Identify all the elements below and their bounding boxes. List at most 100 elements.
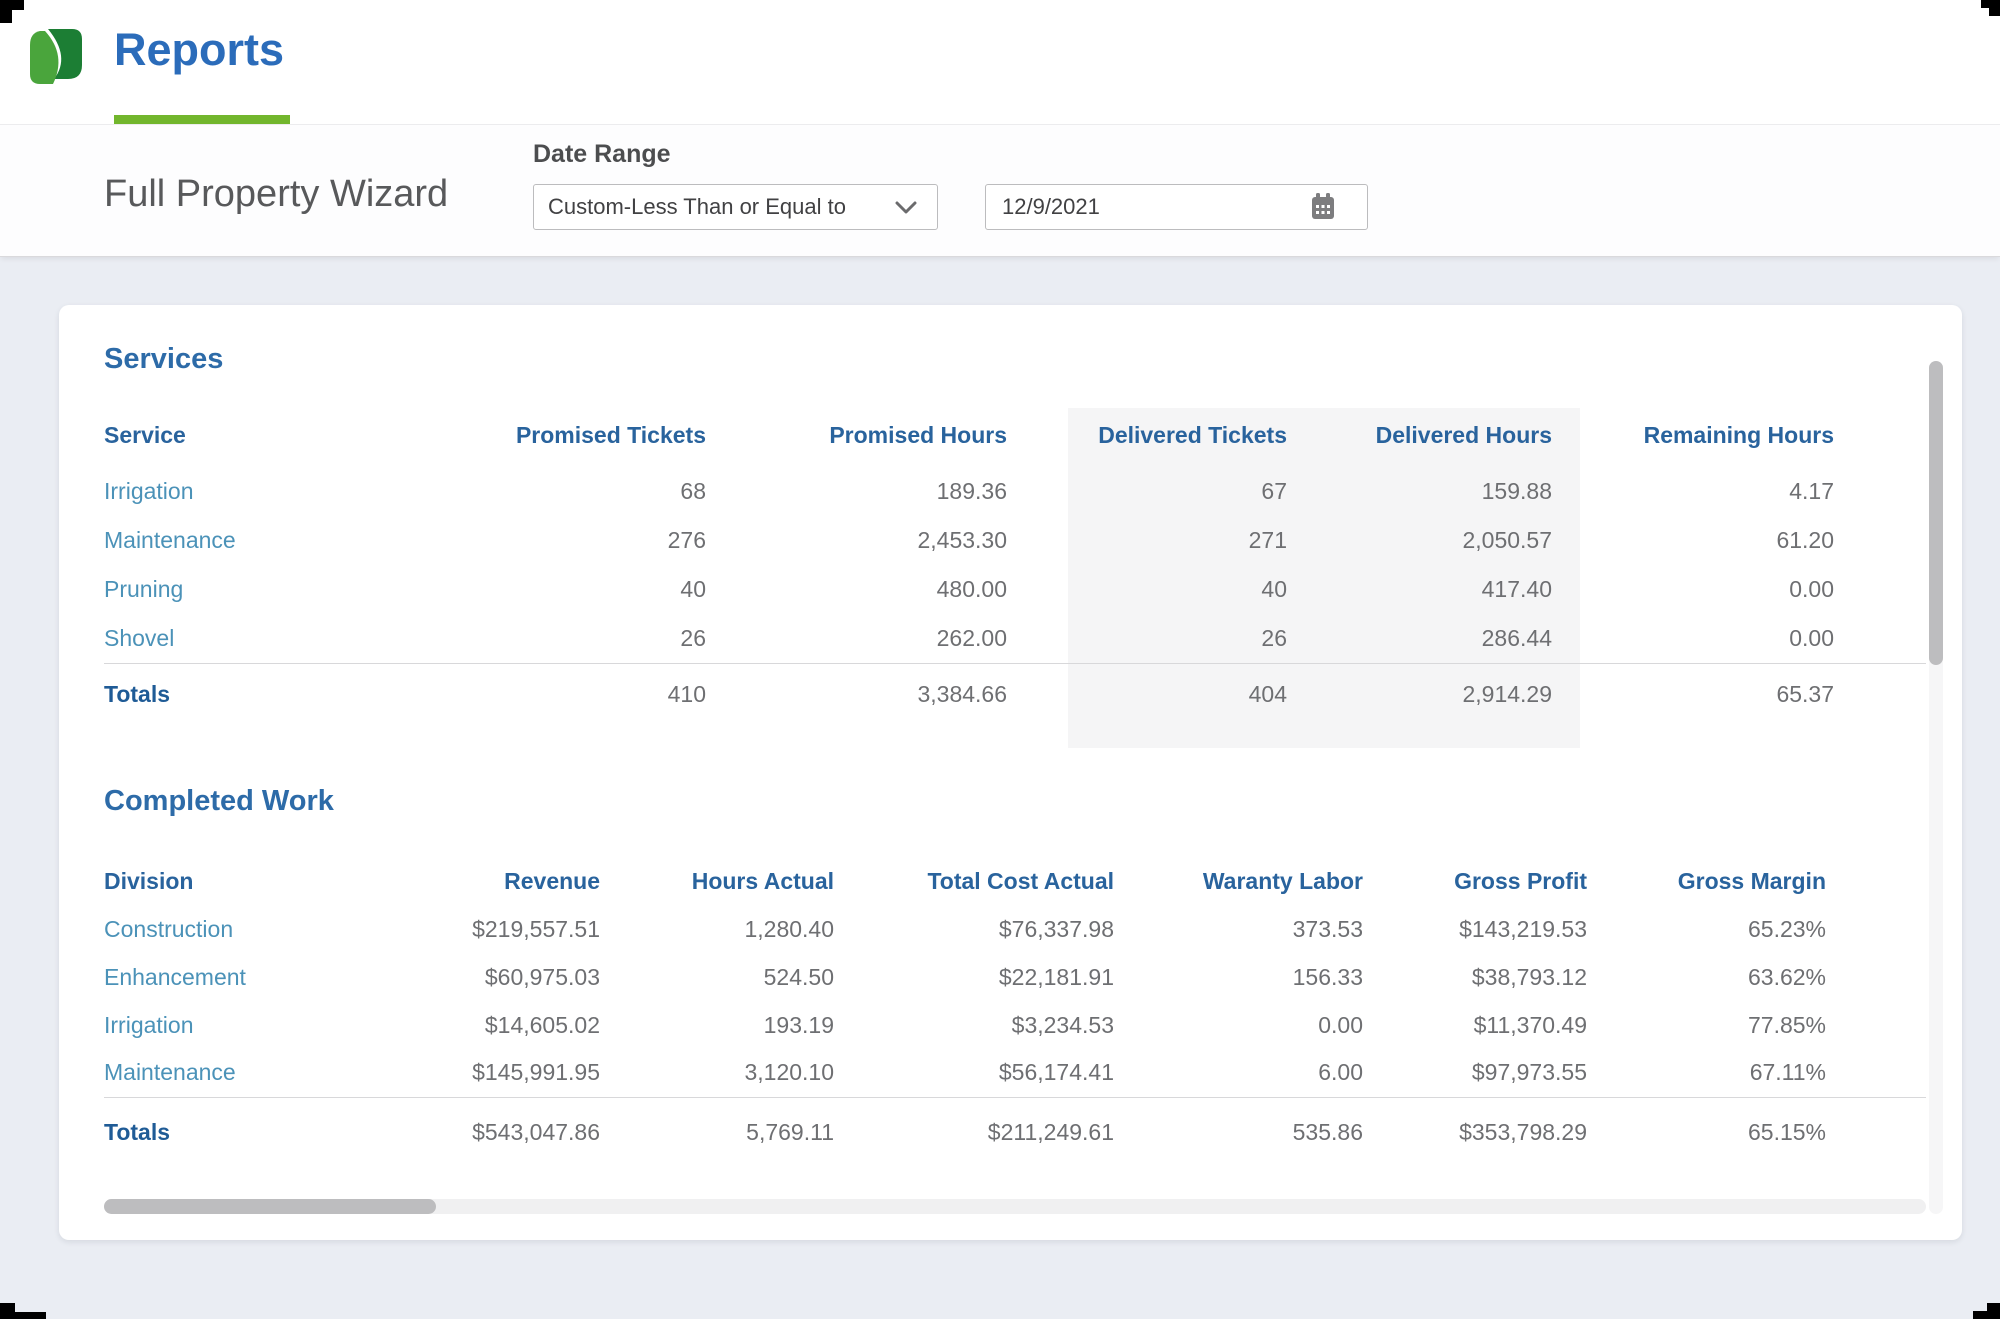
cell: 3,120.10 [600,1049,834,1097]
division-link-irrigation[interactable]: Irrigation [104,1001,420,1049]
cell: $76,337.98 [834,905,1114,953]
cell: 417.40 [1287,565,1552,614]
filler-cell [1834,403,1926,467]
division-link-maintenance[interactable]: Maintenance [104,1049,420,1097]
cell: 40 [1007,565,1287,614]
cell: 271 [1007,516,1287,565]
table-row: Maintenance 276 2,453.30 271 2,050.57 61… [104,516,1926,565]
cell: 2,453.30 [706,516,1007,565]
table-row: Irrigation 68 189.36 67 159.88 4.17 [104,467,1926,516]
date-comparison-select[interactable]: Custom-Less Than or Equal to [533,184,938,230]
cell: 40 [460,565,706,614]
cell: $211,249.61 [834,1097,1114,1167]
col-header-hours-actual: Hours Actual [600,857,834,905]
cell: 61.20 [1552,516,1834,565]
service-link-irrigation[interactable]: Irrigation [104,467,460,516]
col-header-delivered-tickets: Delivered Tickets [1007,403,1287,467]
completed-work-table: Division Revenue Hours Actual Total Cost… [104,857,1926,1167]
completed-work-totals-row: Totals $543,047.86 5,769.11 $211,249.61 … [104,1097,1926,1167]
tab-reports[interactable]: Reports [114,24,284,76]
cell: 524.50 [600,953,834,1001]
col-header-gross-margin: Gross Margin [1587,857,1826,905]
cell: 262.00 [706,614,1007,663]
calendar-icon[interactable] [1311,193,1335,221]
cell: $97,973.55 [1363,1049,1587,1097]
col-header-division: Division [104,857,420,905]
horizontal-scrollbar[interactable] [104,1199,1926,1214]
cell: 5,769.11 [600,1097,834,1167]
report-title: Full Property Wizard [104,173,448,216]
table-row: Pruning 40 480.00 40 417.40 0.00 [104,565,1926,614]
cell: 67.11% [1587,1049,1826,1097]
reports-page: Reports Full Property Wizard Date Range … [0,0,2000,1319]
date-input-value: 12/9/2021 [1002,185,1100,229]
cell: 2,914.29 [1287,663,1552,725]
date-range-label: Date Range [533,140,671,169]
cell: 68 [460,467,706,516]
leaf-logo-icon [30,28,82,86]
report-card: Services Service Promised Tickets Promis… [59,305,1962,1240]
cell: 189.36 [706,467,1007,516]
service-link-maintenance[interactable]: Maintenance [104,516,460,565]
vertical-scrollbar-thumb[interactable] [1929,361,1943,665]
cell: 77.85% [1587,1001,1826,1049]
cell: 276 [460,516,706,565]
cell: $353,798.29 [1363,1097,1587,1167]
cell: $38,793.12 [1363,953,1587,1001]
cell: $219,557.51 [420,905,600,953]
cell: $56,174.41 [834,1049,1114,1097]
date-input[interactable]: 12/9/2021 [985,184,1368,230]
corner-mark [1989,8,2000,16]
completed-work-heading: Completed Work [104,785,334,818]
table-row: Construction $219,557.51 1,280.40 $76,33… [104,905,1926,953]
cell: 65.23% [1587,905,1826,953]
cell: 159.88 [1287,467,1552,516]
cell: 0.00 [1552,614,1834,663]
filler-cell [1826,905,1926,953]
completed-work-header-row: Division Revenue Hours Actual Total Cost… [104,857,1926,905]
division-link-construction[interactable]: Construction [104,905,420,953]
cell: $22,181.91 [834,953,1114,1001]
col-header-promised-hours: Promised Hours [706,403,1007,467]
col-header-delivered-hours: Delivered Hours [1287,403,1552,467]
division-link-enhancement[interactable]: Enhancement [104,953,420,1001]
vertical-scrollbar[interactable] [1929,361,1943,1214]
services-header-row: Service Promised Tickets Promised Hours … [104,403,1926,467]
cell: 410 [460,663,706,725]
col-header-waranty-labor: Waranty Labor [1114,857,1363,905]
corner-mark [1981,0,2000,8]
table-row: Enhancement $60,975.03 524.50 $22,181.91… [104,953,1926,1001]
filler-cell [1834,663,1926,725]
cell: 65.15% [1587,1097,1826,1167]
table-row: Irrigation $14,605.02 193.19 $3,234.53 0… [104,1001,1926,1049]
corner-mark [0,1303,15,1319]
cell: 2,050.57 [1287,516,1552,565]
cell: 286.44 [1287,614,1552,663]
cell: 404 [1007,663,1287,725]
horizontal-scrollbar-thumb[interactable] [104,1199,436,1214]
top-header-bar: Reports [0,0,2000,125]
corner-mark [1987,1303,2000,1319]
cell: 0.00 [1114,1001,1363,1049]
service-link-pruning[interactable]: Pruning [104,565,460,614]
corner-mark [0,0,24,10]
service-link-shovel[interactable]: Shovel [104,614,460,663]
corner-mark [1973,1311,1987,1319]
cell: $11,370.49 [1363,1001,1587,1049]
corner-mark [15,1312,46,1319]
cell: $543,047.86 [420,1097,600,1167]
cell: 4.17 [1552,467,1834,516]
cell: $3,234.53 [834,1001,1114,1049]
services-totals-row: Totals 410 3,384.66 404 2,914.29 65.37 [104,663,1926,725]
filler-cell [1826,953,1926,1001]
table-row: Maintenance $145,991.95 3,120.10 $56,174… [104,1049,1926,1097]
filler-cell [1826,1049,1926,1097]
cell: $143,219.53 [1363,905,1587,953]
corner-mark [0,10,12,23]
cell: 3,384.66 [706,663,1007,725]
filler-cell [1834,516,1926,565]
cell: 193.19 [600,1001,834,1049]
report-toolbar: Full Property Wizard Date Range Custom-L… [0,125,2000,257]
cell: 6.00 [1114,1049,1363,1097]
cell: $145,991.95 [420,1049,600,1097]
